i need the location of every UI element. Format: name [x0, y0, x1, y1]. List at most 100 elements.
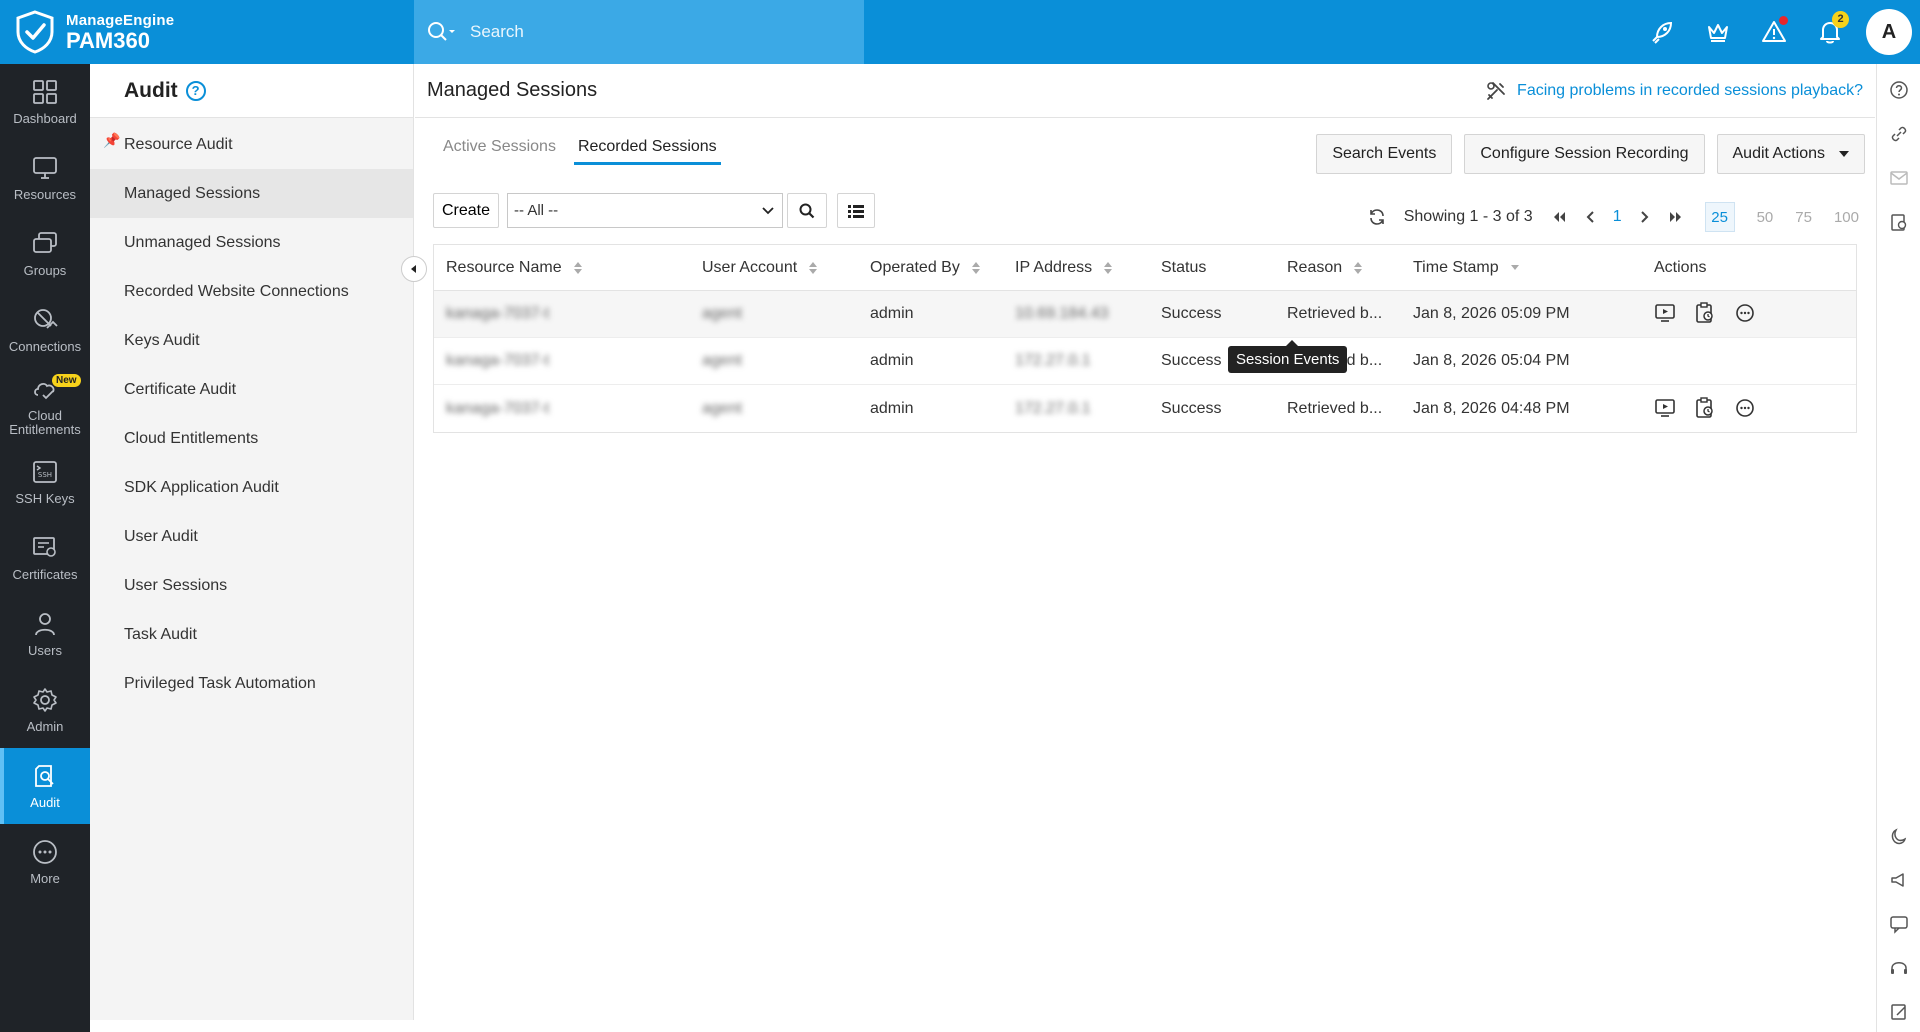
- nav-admin[interactable]: Admin: [0, 672, 90, 748]
- subnav-item-sdk-application-audit[interactable]: SDK Application Audit: [90, 463, 413, 512]
- configure-session-recording-button[interactable]: Configure Session Recording: [1464, 134, 1705, 174]
- subnav-item-resource-audit[interactable]: 📌 Resource Audit: [90, 120, 413, 169]
- current-page[interactable]: 1: [1613, 208, 1622, 226]
- feedback-button[interactable]: [1877, 990, 1920, 1032]
- prev-page-icon[interactable]: [1585, 210, 1595, 224]
- pin-icon[interactable]: 📌: [103, 132, 120, 149]
- reason-cell[interactable]: Retrieved b...: [1275, 400, 1401, 418]
- column-reason[interactable]: Reason: [1275, 259, 1401, 277]
- resource-name-cell[interactable]: kanaga-7037-t: [434, 352, 690, 370]
- column-resource-name[interactable]: Resource Name: [434, 259, 690, 277]
- tab-recorded-sessions[interactable]: Recorded Sessions: [573, 134, 721, 165]
- sort-icon[interactable]: [809, 261, 818, 274]
- subnav-item-privileged-task-automation[interactable]: Privileged Task Automation: [90, 659, 413, 708]
- session-events-icon[interactable]: [1694, 396, 1718, 421]
- help-icon[interactable]: ?: [185, 80, 206, 101]
- nav-more[interactable]: More: [0, 824, 90, 900]
- rocket-icon: [1652, 21, 1673, 44]
- subnav-item-label: Keys Audit: [124, 331, 200, 349]
- nav-audit[interactable]: Audit: [0, 748, 90, 824]
- nav-connections[interactable]: Connections: [0, 292, 90, 368]
- sort-icon[interactable]: [573, 261, 582, 274]
- tab-active-sessions[interactable]: Active Sessions: [439, 134, 560, 165]
- subnav-item-unmanaged-sessions[interactable]: Unmanaged Sessions: [90, 218, 413, 267]
- alert-button[interactable]: [1746, 0, 1802, 64]
- first-page-icon[interactable]: [1551, 210, 1567, 224]
- nav-resources[interactable]: Resources: [0, 140, 90, 216]
- last-page-icon[interactable]: [1668, 210, 1684, 224]
- subnav-item-cloud-entitlements[interactable]: Cloud Entitlements: [90, 414, 413, 463]
- more-icon: [33, 839, 57, 864]
- column-label: Reason: [1287, 258, 1343, 276]
- avatar[interactable]: A: [1866, 9, 1912, 55]
- dark-mode-button[interactable]: [1877, 814, 1920, 858]
- mail-button[interactable]: [1877, 156, 1920, 200]
- create-button[interactable]: Create: [433, 193, 499, 228]
- sort-icon[interactable]: [971, 261, 980, 274]
- column-time-stamp[interactable]: Time Stamp: [1401, 259, 1642, 277]
- subnav-item-certificate-audit[interactable]: Certificate Audit: [90, 365, 413, 414]
- column-chooser-button[interactable]: [837, 193, 875, 228]
- crown-button[interactable]: [1690, 0, 1746, 64]
- column-ip-address[interactable]: IP Address: [1003, 259, 1149, 277]
- column-user-account[interactable]: User Account: [690, 259, 858, 277]
- nav-ssh-keys[interactable]: SSH SSH Keys: [0, 444, 90, 520]
- help-link-text[interactable]: Facing problems in recorded sessions pla…: [1517, 82, 1863, 100]
- session-events-icon[interactable]: [1694, 302, 1718, 326]
- search-events-button[interactable]: Search Events: [1316, 134, 1453, 174]
- sort-desc-icon[interactable]: [1510, 265, 1519, 270]
- rocket-button[interactable]: [1634, 0, 1690, 64]
- play-recording-icon[interactable]: [1654, 397, 1678, 421]
- resource-name-cell[interactable]: kanaga-7037-t: [434, 305, 690, 323]
- refresh-icon[interactable]: [1368, 208, 1386, 226]
- filter-select[interactable]: -- All --: [507, 193, 783, 228]
- more-actions-icon[interactable]: [1734, 397, 1758, 421]
- subnav-item-user-sessions[interactable]: User Sessions: [90, 561, 413, 610]
- subnav-item-managed-sessions[interactable]: Managed Sessions: [90, 169, 413, 218]
- subnav-item-task-audit[interactable]: Task Audit: [90, 610, 413, 659]
- sort-icon[interactable]: [1104, 261, 1113, 274]
- chat-button[interactable]: [1877, 902, 1920, 946]
- global-search[interactable]: [414, 0, 864, 64]
- playback-help-link[interactable]: Facing problems in recorded sessions pla…: [1485, 80, 1863, 102]
- table-row[interactable]: kanaga-7037-t agent admin 172.27.0.1 Suc…: [434, 338, 1856, 385]
- table-row[interactable]: kanaga-7037-t agent admin 172.27.0.1 Suc…: [434, 385, 1856, 432]
- subnav-item-keys-audit[interactable]: Keys Audit: [90, 316, 413, 365]
- collapse-sidebar-button[interactable]: [401, 256, 427, 282]
- page-size-50[interactable]: 50: [1757, 209, 1774, 226]
- nav-dashboard[interactable]: Dashboard: [0, 64, 90, 140]
- nav-users[interactable]: Users: [0, 596, 90, 672]
- search-input[interactable]: [470, 22, 850, 42]
- link-button[interactable]: [1877, 112, 1920, 156]
- moon-icon: [1891, 828, 1907, 845]
- timestamp-cell: Jan 8, 2026 05:09 PM: [1413, 305, 1570, 322]
- nav-label: Resources: [13, 186, 77, 202]
- clipboard-button[interactable]: [1877, 200, 1920, 244]
- help-button[interactable]: [1877, 68, 1920, 112]
- sort-icon[interactable]: [1354, 261, 1363, 274]
- announcements-button[interactable]: [1877, 858, 1920, 902]
- user-icon: [35, 612, 55, 636]
- play-recording-icon[interactable]: [1654, 302, 1678, 326]
- more-actions-icon[interactable]: [1734, 302, 1758, 326]
- audit-actions-button[interactable]: Audit Actions: [1716, 134, 1865, 174]
- nav-certificates[interactable]: Certificates: [0, 520, 90, 596]
- reason-cell[interactable]: Retrieved b...: [1275, 305, 1401, 323]
- subnav-item-recorded-website-connections[interactable]: Recorded Website Connections: [90, 267, 413, 316]
- page-size-75[interactable]: 75: [1795, 209, 1812, 226]
- search-icon[interactable]: [426, 20, 456, 44]
- logo[interactable]: ManageEngine PAM360: [0, 0, 414, 64]
- nav-cloud-entitlements[interactable]: New Cloud Entitlements: [0, 368, 90, 444]
- nav-groups[interactable]: Groups: [0, 216, 90, 292]
- subnav-item-user-audit[interactable]: User Audit: [90, 512, 413, 561]
- next-page-icon[interactable]: [1640, 210, 1650, 224]
- column-operated-by[interactable]: Operated By: [858, 259, 1003, 277]
- nav-label: Admin: [26, 718, 64, 734]
- page-size-100[interactable]: 100: [1834, 209, 1859, 226]
- filter-search-button[interactable]: [787, 193, 827, 228]
- table-row[interactable]: kanaga-7037-t agent admin 10.69.184.43 S…: [434, 291, 1856, 338]
- page-size-25[interactable]: 25: [1704, 202, 1735, 232]
- support-button[interactable]: [1877, 946, 1920, 990]
- resource-name-cell[interactable]: kanaga-7037-t: [434, 400, 690, 418]
- notifications-button[interactable]: 2: [1802, 0, 1858, 64]
